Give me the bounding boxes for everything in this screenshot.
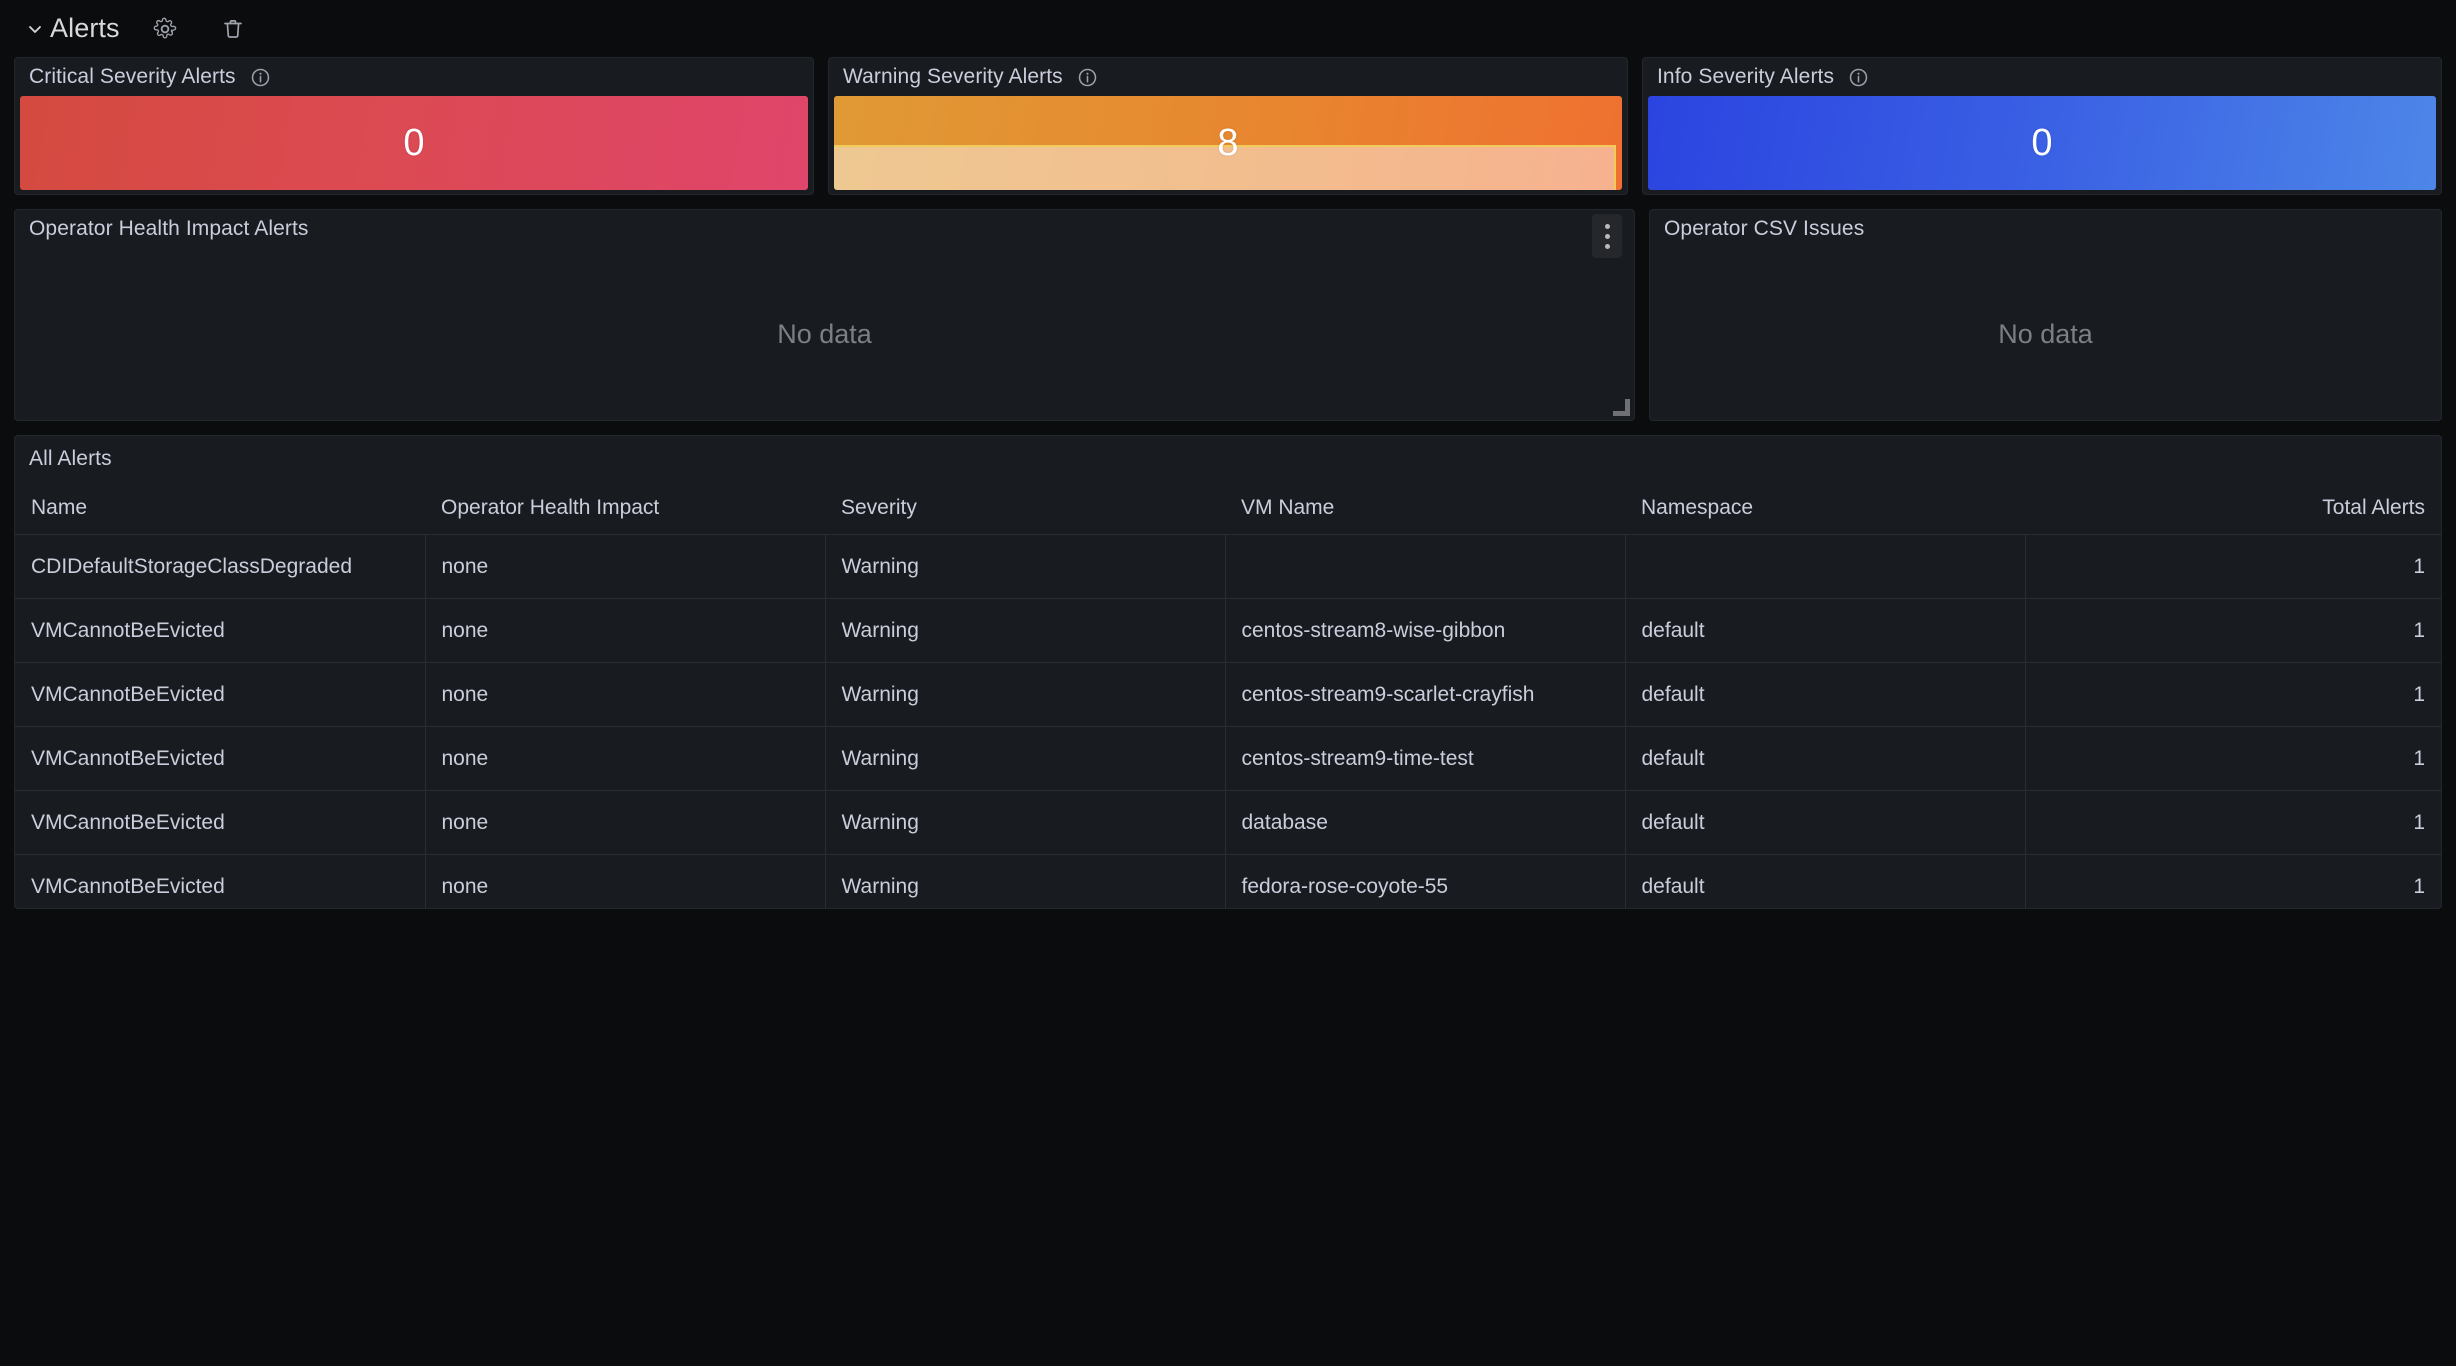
no-data-message: No data — [1998, 319, 2093, 349]
stat-body: 0 — [1648, 96, 2436, 190]
column-header-vm-name[interactable]: VM Name — [1225, 482, 1625, 535]
cell-name: VMCannotBeEvicted — [15, 726, 426, 791]
kebab-dot — [1604, 223, 1610, 229]
stat-value: 0 — [403, 121, 425, 164]
trash-icon[interactable] — [216, 12, 250, 46]
panel-header: Operator Health Impact Alerts — [15, 210, 1634, 258]
info-circle-icon[interactable] — [1848, 67, 1869, 88]
cell-vm-name: centos-stream9-time-test — [1225, 726, 1626, 791]
panel-title[interactable]: Warning Severity Alerts — [843, 65, 1063, 89]
table-row[interactable]: VMCannotBeEvicted none Warning centos-strea… — [15, 662, 2441, 727]
kebab-menu-icon[interactable] — [1592, 214, 1622, 258]
table-row[interactable]: VMCannotBeEvicted none Warning centos-strea… — [15, 726, 2441, 791]
panel-title[interactable]: Operator Health Impact Alerts — [29, 217, 309, 241]
panel-title[interactable]: Operator CSV Issues — [1664, 217, 1864, 241]
table-row[interactable]: CDIDefaultStorageClassDegraded none Warnin… — [15, 534, 2441, 599]
stat-panel-row: Critical Severity Alerts 0 Warning Sever… — [14, 57, 2442, 195]
info-circle-icon[interactable] — [250, 67, 271, 88]
cell-total-alerts: 1 — [2025, 854, 2441, 908]
panel-title[interactable]: All Alerts — [29, 447, 112, 471]
cell-vm-name: centos-stream9-scarlet-crayfish — [1225, 662, 1626, 727]
cell-namespace: default — [1625, 790, 2026, 855]
chevron-down-icon[interactable] — [24, 18, 46, 40]
panel-header: Info Severity Alerts — [1643, 58, 2441, 96]
cell-name: VMCannotBeEvicted — [15, 662, 426, 727]
dashboard-row-header: Alerts — [0, 0, 2456, 57]
info-circle-icon[interactable] — [1077, 67, 1098, 88]
cell-operator-health-impact: none — [425, 726, 826, 791]
nodata-panel-row: Operator Health Impact Alerts No data Op… — [14, 209, 2442, 421]
panel-operator-csv-issues: Operator CSV Issues No data — [1649, 209, 2442, 421]
cell-namespace — [1625, 534, 2026, 599]
panel-grid: Critical Severity Alerts 0 Warning Sever… — [0, 57, 2456, 909]
cell-total-alerts: 1 — [2025, 790, 2441, 855]
cell-vm-name: fedora-rose-coyote-55 — [1225, 854, 1626, 908]
cell-vm-name: centos-stream8-wise-gibbon — [1225, 598, 1626, 663]
gear-icon[interactable] — [148, 12, 182, 46]
panel-title[interactable]: Critical Severity Alerts — [29, 65, 236, 89]
cell-operator-health-impact: none — [425, 790, 826, 855]
panel-header: Warning Severity Alerts — [829, 58, 1627, 96]
cell-operator-health-impact: none — [425, 598, 826, 663]
cell-severity: Warning — [825, 534, 1226, 599]
cell-severity: Warning — [825, 662, 1226, 727]
cell-namespace: default — [1625, 854, 2026, 908]
cell-namespace: default — [1625, 726, 2026, 791]
table-header-row: Name Operator Health Impact Severity VM … — [15, 482, 2441, 535]
column-header-severity[interactable]: Severity — [825, 482, 1225, 535]
stat-value: 0 — [2031, 121, 2053, 164]
stat-value: 8 — [1217, 121, 1239, 164]
cell-vm-name: database — [1225, 790, 1626, 855]
cell-name: VMCannotBeEvicted — [15, 854, 426, 908]
panel-body: No data — [1650, 248, 2441, 420]
panel-operator-health-impact-alerts: Operator Health Impact Alerts No data — [14, 209, 1635, 421]
cell-operator-health-impact: none — [425, 854, 826, 908]
column-header-operator-health-impact[interactable]: Operator Health Impact — [425, 482, 825, 535]
table-head: Name Operator Health Impact Severity VM … — [15, 482, 2441, 535]
cell-severity: Warning — [825, 854, 1226, 908]
stat-body: 0 — [20, 96, 808, 190]
panel-info-severity-alerts: Info Severity Alerts 0 — [1642, 57, 2442, 195]
alerts-table: Name Operator Health Impact Severity VM … — [15, 482, 2441, 908]
no-data-message: No data — [777, 319, 872, 349]
column-header-name[interactable]: Name — [15, 482, 425, 535]
cell-severity: Warning — [825, 790, 1226, 855]
table-panel-row: All Alerts Name Operator Health Impact S… — [14, 435, 2442, 909]
panel-body: No data — [15, 248, 1634, 420]
panel-header: Operator CSV Issues — [1650, 210, 2441, 248]
cell-total-alerts: 1 — [2025, 598, 2441, 663]
table-row[interactable]: VMCannotBeEvicted none Warning database defa… — [15, 790, 2441, 855]
panel-warning-severity-alerts: Warning Severity Alerts 8 — [828, 57, 1628, 195]
column-header-total-alerts[interactable]: Total Alerts — [2025, 482, 2441, 535]
stat-body: 8 — [834, 96, 1622, 190]
cell-total-alerts: 1 — [2025, 662, 2441, 727]
row-title[interactable]: Alerts — [50, 13, 120, 44]
cell-namespace: default — [1625, 598, 2026, 663]
kebab-dot — [1604, 233, 1610, 239]
cell-name: VMCannotBeEvicted — [15, 790, 426, 855]
table-body: CDIDefaultStorageClassDegraded none Warnin… — [15, 534, 2441, 908]
panel-title[interactable]: Info Severity Alerts — [1657, 65, 1834, 89]
cell-name: CDIDefaultStorageClassDegraded — [15, 534, 426, 599]
cell-severity: Warning — [825, 726, 1226, 791]
panel-all-alerts: All Alerts Name Operator Health Impact S… — [14, 435, 2442, 909]
panel-header: All Alerts — [15, 436, 2441, 482]
table-row[interactable]: VMCannotBeEvicted none Warning fedora-rose-… — [15, 854, 2441, 908]
kebab-dot — [1604, 243, 1610, 249]
table-row[interactable]: VMCannotBeEvicted none Warning centos-strea… — [15, 598, 2441, 663]
cell-vm-name — [1225, 534, 1626, 599]
cell-operator-health-impact: none — [425, 662, 826, 727]
panel-header: Critical Severity Alerts — [15, 58, 813, 96]
cell-operator-health-impact: none — [425, 534, 826, 599]
cell-name: VMCannotBeEvicted — [15, 598, 426, 663]
column-header-namespace[interactable]: Namespace — [1625, 482, 2025, 535]
cell-severity: Warning — [825, 598, 1226, 663]
panel-critical-severity-alerts: Critical Severity Alerts 0 — [14, 57, 814, 195]
cell-total-alerts: 1 — [2025, 726, 2441, 791]
cell-namespace: default — [1625, 662, 2026, 727]
cell-total-alerts: 1 — [2025, 534, 2441, 599]
panel-resize-handle[interactable] — [1613, 399, 1632, 418]
